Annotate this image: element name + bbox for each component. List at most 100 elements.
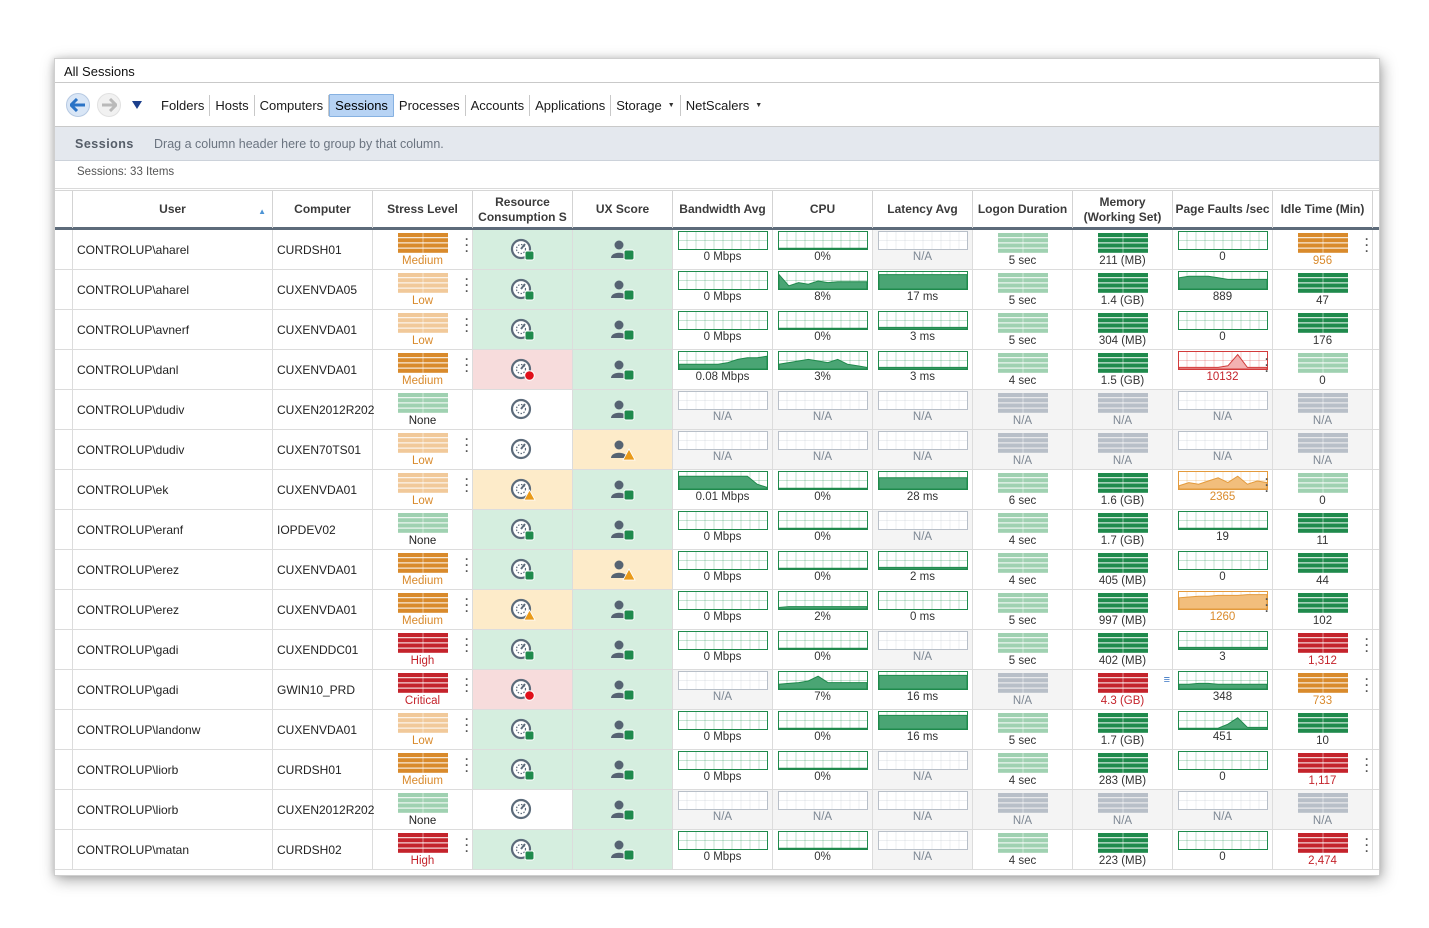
row-indicator[interactable]	[55, 470, 73, 509]
column-header-pagefaults[interactable]: Page Faults /sec	[1173, 191, 1273, 228]
nav-tab-folders[interactable]: Folders	[156, 95, 211, 116]
column-header-idle[interactable]: Idle Time (Min)	[1273, 191, 1373, 228]
more-options-icon[interactable]: · · ·	[465, 673, 469, 697]
column-header-user[interactable]: User ▲	[73, 191, 273, 228]
more-options-icon[interactable]: · · ·	[1365, 633, 1369, 657]
table-row[interactable]: CONTROLUP\ek CUXENVDA01 Low · · · 0.01 Mbps 0% 2…	[55, 470, 1379, 510]
row-indicator[interactable]	[55, 550, 73, 589]
table-row[interactable]: CONTROLUP\matan CURDSH02 High · · · 0 Mbps 0% N/…	[55, 830, 1379, 870]
row-indicator[interactable]	[55, 710, 73, 749]
nav-tab-storage[interactable]: Storage ▼	[611, 95, 681, 116]
row-indicator[interactable]	[55, 750, 73, 789]
more-options-icon[interactable]: · · ·	[465, 353, 469, 377]
table-row[interactable]: CONTROLUP\avnerf CUXENVDA01 Low · · · 0 Mbps 0%…	[55, 310, 1379, 350]
more-options-icon[interactable]: · · ·	[1365, 233, 1369, 257]
bandwidth-value: 0 Mbps	[703, 331, 742, 343]
more-options-icon[interactable]: · · ·	[465, 433, 469, 457]
row-indicator[interactable]	[55, 350, 73, 389]
row-indicator[interactable]	[55, 630, 73, 669]
nav-tab-sessions[interactable]: Sessions	[329, 94, 394, 117]
row-indicator[interactable]	[55, 790, 73, 829]
cell-user: CONTROLUP\aharel	[73, 270, 273, 309]
table-row[interactable]: CONTROLUP\gadi CUXENDDC01 High · · · 0 Mbps 0% N…	[55, 630, 1379, 670]
table-row[interactable]: CONTROLUP\eranf IOPDEV02 None 0 Mbps 0% N/A 4 …	[55, 510, 1379, 550]
column-header-bandwidth[interactable]: Bandwidth Avg	[673, 191, 773, 228]
nav-tab-hosts[interactable]: Hosts	[210, 95, 255, 116]
row-indicator[interactable]	[55, 590, 73, 629]
column-header-computer[interactable]: Computer	[273, 191, 373, 228]
column-header-cpu[interactable]: CPU	[773, 191, 873, 228]
forward-button[interactable]	[97, 93, 121, 117]
column-header-logon[interactable]: Logon Duration	[973, 191, 1073, 228]
more-options-icon[interactable]: · · ·	[465, 713, 469, 737]
user-score-icon	[610, 240, 634, 260]
more-options-icon[interactable]: · · ·	[465, 473, 469, 497]
row-indicator[interactable]	[55, 830, 73, 869]
cpu-value: 0%	[814, 251, 831, 263]
table-row[interactable]: CONTROLUP\danl CUXENVDA01 Medium · · · 0.08 Mb…	[55, 350, 1379, 390]
caret-down-icon[interactable]: ▼	[755, 98, 762, 113]
column-header-resource[interactable]: Resource Consumption S	[473, 191, 573, 228]
row-indicator[interactable]	[55, 230, 73, 269]
caret-down-icon[interactable]: ▼	[668, 98, 675, 113]
cell-user: CONTROLUP\landonw	[73, 710, 273, 749]
more-options-icon[interactable]: · · ·	[465, 313, 469, 337]
table-row[interactable]: CONTROLUP\dudiv CUXEN70TS01 Low · · · N/A N/A N/…	[55, 430, 1379, 470]
table-row[interactable]: CONTROLUP\aharel CUXENVDA05 Low · · · 0 Mbps 8%…	[55, 270, 1379, 310]
bandwidth-sparkline	[677, 391, 768, 410]
column-header-latency[interactable]: Latency Avg	[873, 191, 973, 228]
cell-ux	[573, 350, 673, 389]
column-header-stress[interactable]: Stress Level	[373, 191, 473, 228]
table-row[interactable]: CONTROLUP\erez CUXENVDA01 Medium · · · 0 Mbps 0…	[55, 550, 1379, 590]
column-header-ux[interactable]: UX Score	[573, 191, 673, 228]
more-options-icon[interactable]: · · ·	[465, 753, 469, 777]
nav-tab-computers[interactable]: Computers	[255, 95, 330, 116]
cell-ux	[573, 430, 673, 469]
row-indicator[interactable]	[55, 510, 73, 549]
stress-level-bar	[397, 593, 448, 614]
cell-user: CONTROLUP\matan	[73, 830, 273, 869]
nav-tab-applications[interactable]: Applications	[530, 95, 612, 116]
history-dropdown-button[interactable]	[131, 99, 143, 111]
table-row[interactable]: CONTROLUP\dudiv CUXEN2012R202 None N/A N/A N/…	[55, 390, 1379, 430]
more-options-icon[interactable]: · · ·	[465, 593, 469, 617]
cpu-value: 0%	[814, 491, 831, 503]
column-header-memory[interactable]: Memory (Working Set)	[1073, 191, 1173, 228]
table-row[interactable]: CONTROLUP\liorb CUXEN2012R202 None N/A N/A N/…	[55, 790, 1379, 830]
more-options-icon[interactable]: · · ·	[1265, 593, 1269, 617]
table-row[interactable]: CONTROLUP\erez CUXENVDA01 Medium · · · 0 Mbps 2…	[55, 590, 1379, 630]
more-options-icon[interactable]: · · ·	[465, 233, 469, 257]
row-indicator[interactable]	[55, 310, 73, 349]
row-indicator[interactable]	[55, 670, 73, 709]
table-row[interactable]: CONTROLUP\gadi GWIN10_PRD Critical · · · N/A 7%…	[55, 670, 1379, 710]
more-options-icon[interactable]: · · ·	[1265, 473, 1269, 497]
more-options-icon[interactable]: · · ·	[465, 273, 469, 297]
details-menu-icon[interactable]: ≡	[1164, 674, 1170, 686]
table-row[interactable]: CONTROLUP\landonw CUXENVDA01 Low · · · 0 Mbps 0…	[55, 710, 1379, 750]
nav-tab-label: Computers	[259, 98, 324, 113]
stress-level-bar	[397, 233, 448, 254]
row-indicator[interactable]	[55, 270, 73, 309]
nav-tab-processes[interactable]: Processes	[394, 95, 466, 116]
more-options-icon[interactable]: · · ·	[1265, 353, 1269, 377]
more-options-icon[interactable]: · · ·	[1365, 753, 1369, 777]
more-options-icon[interactable]: · · ·	[465, 833, 469, 857]
row-indicator[interactable]	[55, 430, 73, 469]
more-options-icon[interactable]: · · ·	[465, 553, 469, 577]
cpu-value: 0%	[814, 531, 831, 543]
table-row[interactable]: CONTROLUP\aharel CURDSH01 Medium · · · 0 Mbps 0…	[55, 230, 1379, 270]
memory-bar	[1097, 553, 1148, 574]
latency-value: 0 ms	[910, 611, 935, 623]
back-button[interactable]	[66, 93, 90, 117]
group-by-bar[interactable]: Sessions Drag a column header here to gr…	[55, 127, 1379, 161]
table-row[interactable]: CONTROLUP\liorb CURDSH01 Medium · · · 0 Mbps 0%…	[55, 750, 1379, 790]
cell-pagefaults: 2365 · · ·	[1173, 470, 1273, 509]
nav-tab-accounts[interactable]: Accounts	[466, 95, 531, 116]
cell-user: CONTROLUP\aharel	[73, 230, 273, 269]
more-options-icon[interactable]: · · ·	[465, 633, 469, 657]
navigation-bar: Folders Hosts Computers Sessions Processes Ac…	[55, 83, 1379, 127]
more-options-icon[interactable]: · · ·	[1365, 673, 1369, 697]
nav-tab-netscalers[interactable]: NetScalers ▼	[681, 95, 768, 116]
row-indicator[interactable]	[55, 390, 73, 429]
more-options-icon[interactable]: · · ·	[1365, 833, 1369, 857]
